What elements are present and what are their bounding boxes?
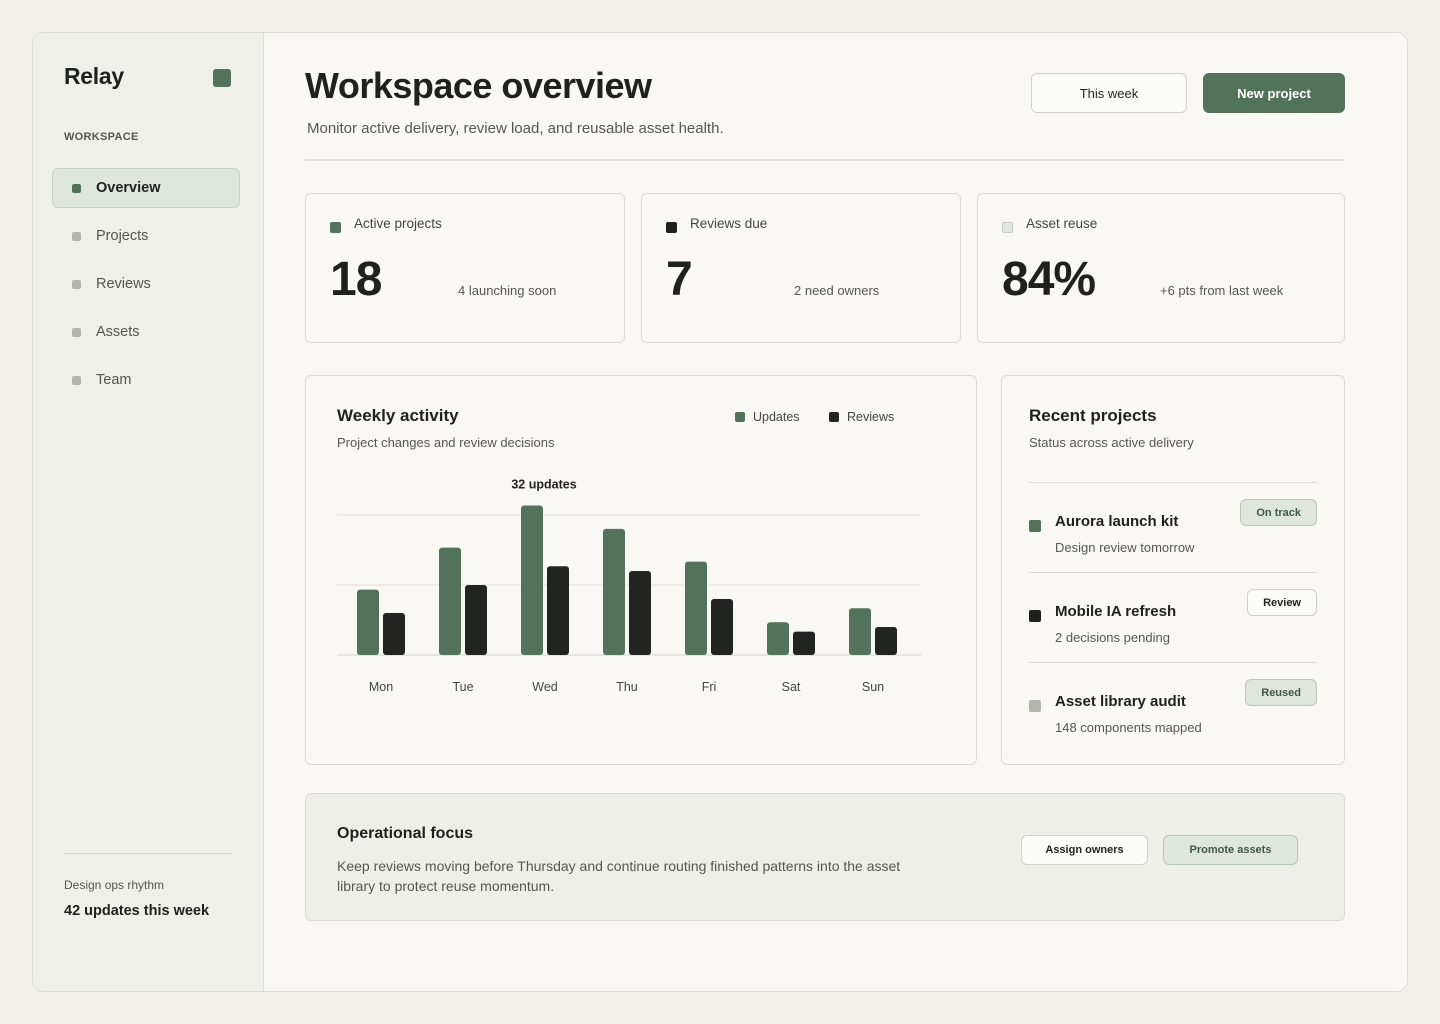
project-name: Mobile IA refresh: [1055, 603, 1177, 620]
project-name: Asset library audit: [1055, 693, 1186, 710]
chart-bar-reviews: [711, 598, 733, 655]
chart-bar-updates: [603, 528, 625, 655]
stat-value: 18: [330, 253, 382, 306]
sidebar-item-label: Team: [96, 372, 132, 388]
status-badge: On track: [1240, 499, 1317, 526]
project-meta: 148 components mapped: [1055, 720, 1202, 735]
chart-bar-reviews: [383, 612, 405, 655]
rhythm-label: Design ops rhythm: [64, 878, 165, 892]
sidebar-section-label: WORKSPACE: [64, 131, 139, 143]
chart-bar-reviews: [465, 584, 487, 655]
chart-x-tick-label: Sat: [782, 680, 801, 694]
focus-text: Keep reviews moving before Thursday and …: [337, 858, 901, 894]
stat-swatch-icon: [666, 222, 677, 233]
project-meta: 2 decisions pending: [1055, 630, 1170, 645]
chart-x-tick-label: Sun: [862, 680, 884, 694]
main-content: Workspace overview Monitor active delive…: [305, 33, 1345, 991]
sidebar-item-overview[interactable]: Overview: [52, 168, 240, 208]
chart-x-tick-label: Tue: [452, 680, 473, 694]
header-divider: [305, 159, 1345, 161]
nav-dot-icon: [72, 375, 81, 385]
chart-bar-reviews: [547, 566, 569, 655]
page-subtitle: Monitor active delivery, review load, an…: [307, 120, 724, 137]
nav-dot-icon: [72, 327, 81, 337]
stat-value: 7: [666, 253, 693, 306]
sidebar-item-label: Assets: [96, 324, 140, 340]
stat-label: Reviews due: [690, 216, 768, 231]
project-row-mobile-ia[interactable]: Mobile IA refresh 2 decisions pending Re…: [1029, 572, 1317, 662]
chart-bar-updates: [357, 589, 379, 655]
this-week-button[interactable]: This week: [1031, 73, 1187, 113]
stat-card-asset-reuse: Asset reuse 84% +6 pts from last week: [977, 193, 1345, 343]
nav-dot-icon: [72, 279, 81, 289]
activity-bar-chart: Mon Tue Wed Thu Fri Sat Sun 32 updates: [337, 478, 921, 694]
chart-data-label: 32 updates: [511, 478, 576, 492]
project-row-asset-library[interactable]: Asset library audit 148 components mappe…: [1029, 662, 1317, 752]
page-title: Workspace overview: [305, 65, 652, 106]
project-name: Aurora launch kit: [1055, 513, 1179, 530]
chart-bar-reviews: [875, 626, 897, 655]
new-project-button[interactable]: New project: [1203, 73, 1345, 113]
chart-bar-updates: [521, 505, 543, 655]
nav-dot-icon: [72, 183, 81, 193]
app-logo: Relay: [64, 63, 124, 89]
recent-projects-title: Recent projects: [1029, 406, 1157, 425]
stat-label: Active projects: [354, 216, 442, 231]
stat-value: 84%: [1002, 253, 1096, 306]
chart-bar-reviews: [793, 631, 815, 655]
focus-title: Operational focus: [337, 825, 474, 842]
chart-x-tick-label: Fri: [702, 680, 717, 694]
project-status-dot-icon: [1029, 610, 1041, 622]
chart-bar-updates: [767, 622, 789, 655]
operational-focus-panel: Operational focus Keep reviews moving be…: [305, 793, 1345, 921]
status-badge: Reused: [1245, 679, 1317, 706]
project-status-dot-icon: [1029, 520, 1041, 532]
project-meta: Design review tomorrow: [1055, 540, 1195, 555]
stat-note: 4 launching soon: [458, 283, 557, 298]
stat-note: +6 pts from last week: [1160, 283, 1284, 298]
sidebar-item-reviews[interactable]: Reviews: [52, 264, 240, 304]
nav-dot-icon: [72, 231, 81, 241]
recent-projects-subtitle: Status across active delivery: [1029, 435, 1194, 450]
promote-assets-button[interactable]: Promote assets: [1163, 835, 1298, 865]
app-window: Relay WORKSPACE Overview Projects Review…: [32, 32, 1408, 992]
sidebar-item-projects[interactable]: Projects: [52, 216, 240, 256]
status-badge: Review: [1247, 589, 1317, 616]
stat-swatch-icon: [1002, 222, 1013, 233]
chart-x-tick-label: Wed: [532, 680, 558, 694]
chart-bar-updates: [439, 547, 461, 655]
sidebar: Relay WORKSPACE Overview Projects Review…: [33, 33, 264, 991]
recent-projects-card: Recent projects Status across active del…: [1001, 375, 1345, 765]
project-row-aurora[interactable]: Aurora launch kit Design review tomorrow…: [1029, 482, 1317, 572]
chart-bar-reviews: [629, 570, 651, 655]
rhythm-value: 42 updates this week: [64, 903, 210, 919]
chart-bar-updates: [849, 608, 871, 655]
project-status-dot-icon: [1029, 700, 1041, 712]
weekly-activity-card: Weekly activity Project changes and revi…: [305, 375, 977, 765]
sidebar-nav: Overview Projects Reviews Assets Team: [52, 168, 240, 408]
stat-card-reviews-due: Reviews due 7 2 need owners: [641, 193, 961, 343]
chart-x-tick-label: Thu: [616, 680, 638, 694]
stat-note: 2 need owners: [794, 283, 880, 298]
chart-bar-updates: [685, 561, 707, 655]
sidebar-item-label: Projects: [96, 228, 149, 244]
sidebar-item-label: Overview: [96, 180, 161, 196]
stat-label: Asset reuse: [1026, 216, 1098, 231]
chart-x-tick-label: Mon: [369, 680, 393, 694]
brand-mark-icon: [213, 69, 231, 87]
stat-swatch-icon: [330, 222, 341, 233]
stat-card-active-projects: Active projects 18 4 launching soon: [305, 193, 625, 343]
sidebar-divider: [64, 853, 232, 854]
sidebar-item-assets[interactable]: Assets: [52, 312, 240, 352]
sidebar-item-label: Reviews: [96, 276, 151, 292]
sidebar-item-team[interactable]: Team: [52, 360, 240, 400]
assign-owners-button[interactable]: Assign owners: [1021, 835, 1148, 865]
